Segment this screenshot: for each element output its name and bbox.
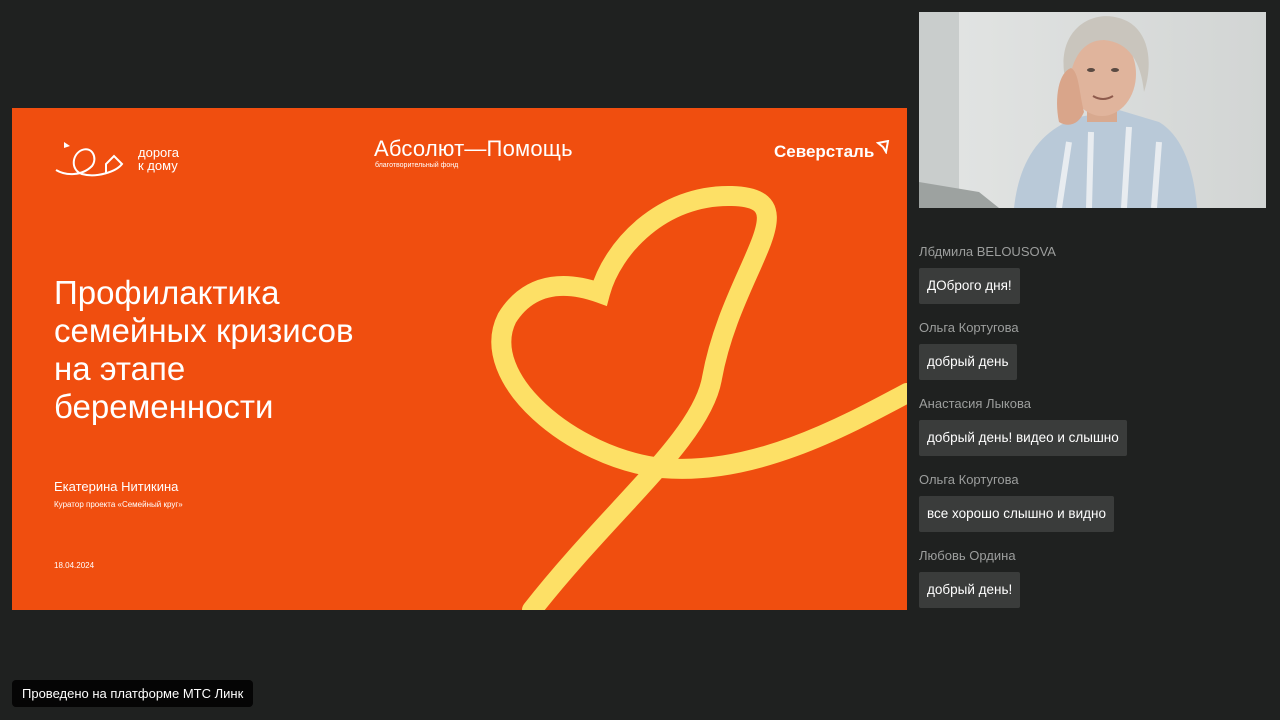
chat-author: Ольга Кортугова [919,472,1019,487]
chat-author: Ольга Кортугова [919,320,1019,335]
participant-video[interactable] [919,12,1266,208]
chat-author: Лбдмила BELOUSOVA [919,244,1056,259]
presentation-slide: дорога к дому Абсолют—Помощь благотворит… [12,108,907,610]
logo-center-sub: благотворительный фонд [375,162,459,169]
severstal-logo: Северсталь [774,140,890,162]
logo-center-main: Абсолют—Помощь [374,136,573,161]
slide-date: 18.04.2024 [54,561,95,570]
chat-message: Лбдмила BELOUSOVA ДОброго дня! [919,244,1269,304]
participant-video-feed [919,12,1266,208]
chat-bubble: добрый день! [919,572,1021,608]
chat-bubble: добрый день [919,344,1017,380]
platform-badge: Проведено на платформе МТС Линк [12,680,254,707]
slide-title-line: на этапе [54,350,186,387]
slide-title: Профилактика семейных кризисов на этапе … [54,274,474,426]
speaker-role: Куратор проекта «Семейный круг» [54,500,183,509]
chat-panel: Лбдмила BELOUSOVA ДОброго дня! Ольга Кор… [919,244,1269,624]
chat-author: Любовь Ордина [919,548,1016,563]
slide-title-line: семейных кризисов [54,312,354,349]
slide-title-line: беременности [54,388,274,425]
chat-author: Анастасия Лыкова [919,396,1031,411]
logo-right-text: Северсталь [774,142,875,161]
chat-message: Анастасия Лыкова добрый день! видео и сл… [919,396,1269,456]
chat-bubble: все хорошо слышно и видно [919,496,1114,532]
slide-title-line: Профилактика [54,274,280,311]
logo-left-line2: к дому [138,158,178,173]
chat-message: Ольга Кортугова добрый день [919,320,1269,380]
doroga-k-domu-logo: дорога к дому [52,136,179,182]
house-line-icon [55,142,124,177]
chat-message: Ольга Кортугова все хорошо слышно и видн… [919,472,1269,532]
absolut-pomosch-logo: Абсолют—Помощь благотворительный фонд [374,136,573,169]
severstal-mark-icon [876,140,890,154]
chat-bubble: добрый день! видео и слышно [919,420,1127,456]
speaker-name: Екатерина Нитикина [54,479,179,494]
chat-bubble: ДОброго дня! [919,268,1020,304]
chat-message: Любовь Ордина добрый день! [919,548,1269,608]
